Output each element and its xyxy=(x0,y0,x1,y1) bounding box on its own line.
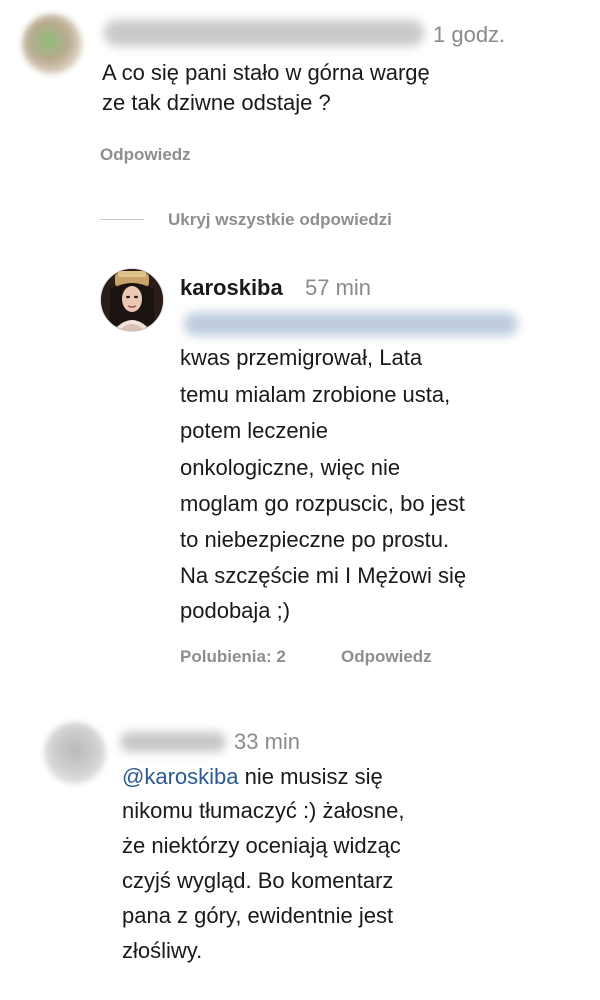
comment-text-line: czyjś wygląd. Bo komentarz xyxy=(122,868,394,893)
profile-photo xyxy=(101,269,163,331)
comment-text-line: pana z góry, ewidentnie jest xyxy=(122,903,394,928)
reply-text-line: to niebezpieczne po prostu. xyxy=(180,527,450,552)
reply-text-line: onkologiczne, więc nie xyxy=(180,455,401,480)
reply-text-line: potem leczenie xyxy=(180,418,328,443)
reply-button[interactable]: Odpowiedz xyxy=(341,647,432,667)
comment-text-line: @karoskiba nie musisz się xyxy=(122,762,383,792)
blurred-username xyxy=(120,732,226,752)
comment-time: 33 min xyxy=(234,729,301,754)
blurred-mention xyxy=(184,312,518,336)
blurred-username xyxy=(104,20,424,46)
comment-text-fragment: nie musisz się xyxy=(238,764,383,789)
comment-text-line: ze tak dziwne odstaje ? xyxy=(102,90,331,115)
reply-text-line: moglam go rozpuscic, bo jest xyxy=(180,491,465,516)
comment-text-line: nikomu tłumaczyć :) żałosne, xyxy=(122,798,405,823)
mention-link[interactable]: @karoskiba xyxy=(122,764,239,789)
commenter-avatar[interactable] xyxy=(22,14,82,74)
comment-text-line: złośliwy. xyxy=(122,938,203,963)
reply-time: 57 min xyxy=(305,275,372,300)
comment-time: 1 godz. xyxy=(433,22,506,47)
reply-text-line: kwas przemigrował, Lata xyxy=(180,345,423,370)
reply-text-line: temu mialam zrobione usta, xyxy=(180,382,451,407)
reply-text-line: Na szczęście mi I Mężowi się xyxy=(180,563,467,588)
reply-button[interactable]: Odpowiedz xyxy=(100,145,191,165)
comment-text-line: A co się pani stało w górna wargę xyxy=(102,60,430,85)
commenter-avatar[interactable] xyxy=(44,722,106,784)
karoskiba-avatar[interactable] xyxy=(100,268,164,332)
hide-replies-button[interactable]: Ukryj wszystkie odpowiedzi xyxy=(168,210,392,230)
comment-text-line: że niektórzy oceniają widząc xyxy=(122,833,401,858)
replies-divider xyxy=(100,219,144,220)
reply-text-line: podobaja ;) xyxy=(180,598,291,623)
reply-username[interactable]: karoskiba xyxy=(180,275,283,301)
likes-count[interactable]: Polubienia: 2 xyxy=(180,647,286,667)
